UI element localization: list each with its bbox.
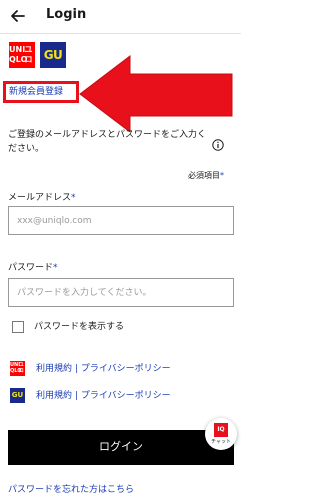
uniqlo-logo-top: UNI: [9, 45, 26, 54]
email-field[interactable]: [8, 206, 234, 235]
email-label: メールアドレス*: [8, 192, 76, 204]
gu-mini-logo: GU: [10, 388, 25, 403]
password-label: パスワード*: [8, 262, 58, 274]
uniqlo-mini-logo-bottom: QLO: [10, 368, 22, 374]
email-label-text: メールアドレス: [8, 193, 72, 203]
password-field[interactable]: [8, 278, 234, 307]
uniqlo-privacy-link[interactable]: プライバシーポリシー: [81, 364, 171, 374]
uniqlo-logo-top-kana: ユ: [24, 45, 33, 54]
password-label-text: パスワード: [8, 263, 54, 273]
signup-link[interactable]: 新規会員登録: [9, 86, 63, 98]
uniqlo-logo: UNI ユ QLO ロ: [9, 42, 35, 68]
show-password-checkbox[interactable]: [12, 321, 24, 333]
show-password-label[interactable]: パスワードを表示する: [34, 321, 124, 333]
arrow-left-icon[interactable]: [4, 3, 30, 29]
gu-privacy-link[interactable]: プライバシーポリシー: [81, 391, 171, 401]
chat-button[interactable]: IQ チャット: [205, 418, 237, 450]
info-icon[interactable]: [212, 139, 224, 151]
gu-logo: GU: [40, 42, 66, 68]
chat-label: チャット: [211, 439, 231, 445]
uniqlo-logo-bottom: QLO: [9, 55, 28, 64]
chat-logo-icon: IQ: [214, 423, 228, 437]
email-required-mark: *: [71, 193, 76, 203]
annotation-arrow: [79, 54, 233, 132]
gu-terms-separator: |: [74, 391, 78, 401]
gu-terms-row: 利用規約 | プライバシーポリシー: [36, 390, 171, 402]
uniqlo-logo-bottom-kana: ロ: [24, 55, 33, 64]
login-instructions: ご登録のメールアドレスとパスワードをご入力ください。: [8, 130, 207, 154]
required-mark: *: [220, 171, 224, 180]
required-note: 必須項目*: [188, 171, 224, 181]
uniqlo-mini-logo-bottom-kana: ロ: [18, 368, 24, 374]
page-title: Login: [46, 7, 87, 22]
password-required-mark: *: [53, 263, 58, 273]
uniqlo-terms-link[interactable]: 利用規約: [36, 364, 72, 374]
gu-terms-link[interactable]: 利用規約: [36, 391, 72, 401]
app-header: Login: [0, 0, 241, 34]
forgot-password-link[interactable]: パスワードを忘れた方はこちら: [8, 484, 134, 496]
uniqlo-terms-separator: |: [74, 364, 78, 374]
required-note-text: 必須項目: [188, 171, 220, 180]
login-button[interactable]: ログイン: [8, 430, 234, 465]
uniqlo-mini-logo: UNI ユ QLO ロ: [10, 361, 25, 376]
header-divider: [0, 33, 241, 34]
uniqlo-terms-row: 利用規約 | プライバシーポリシー: [36, 363, 171, 375]
